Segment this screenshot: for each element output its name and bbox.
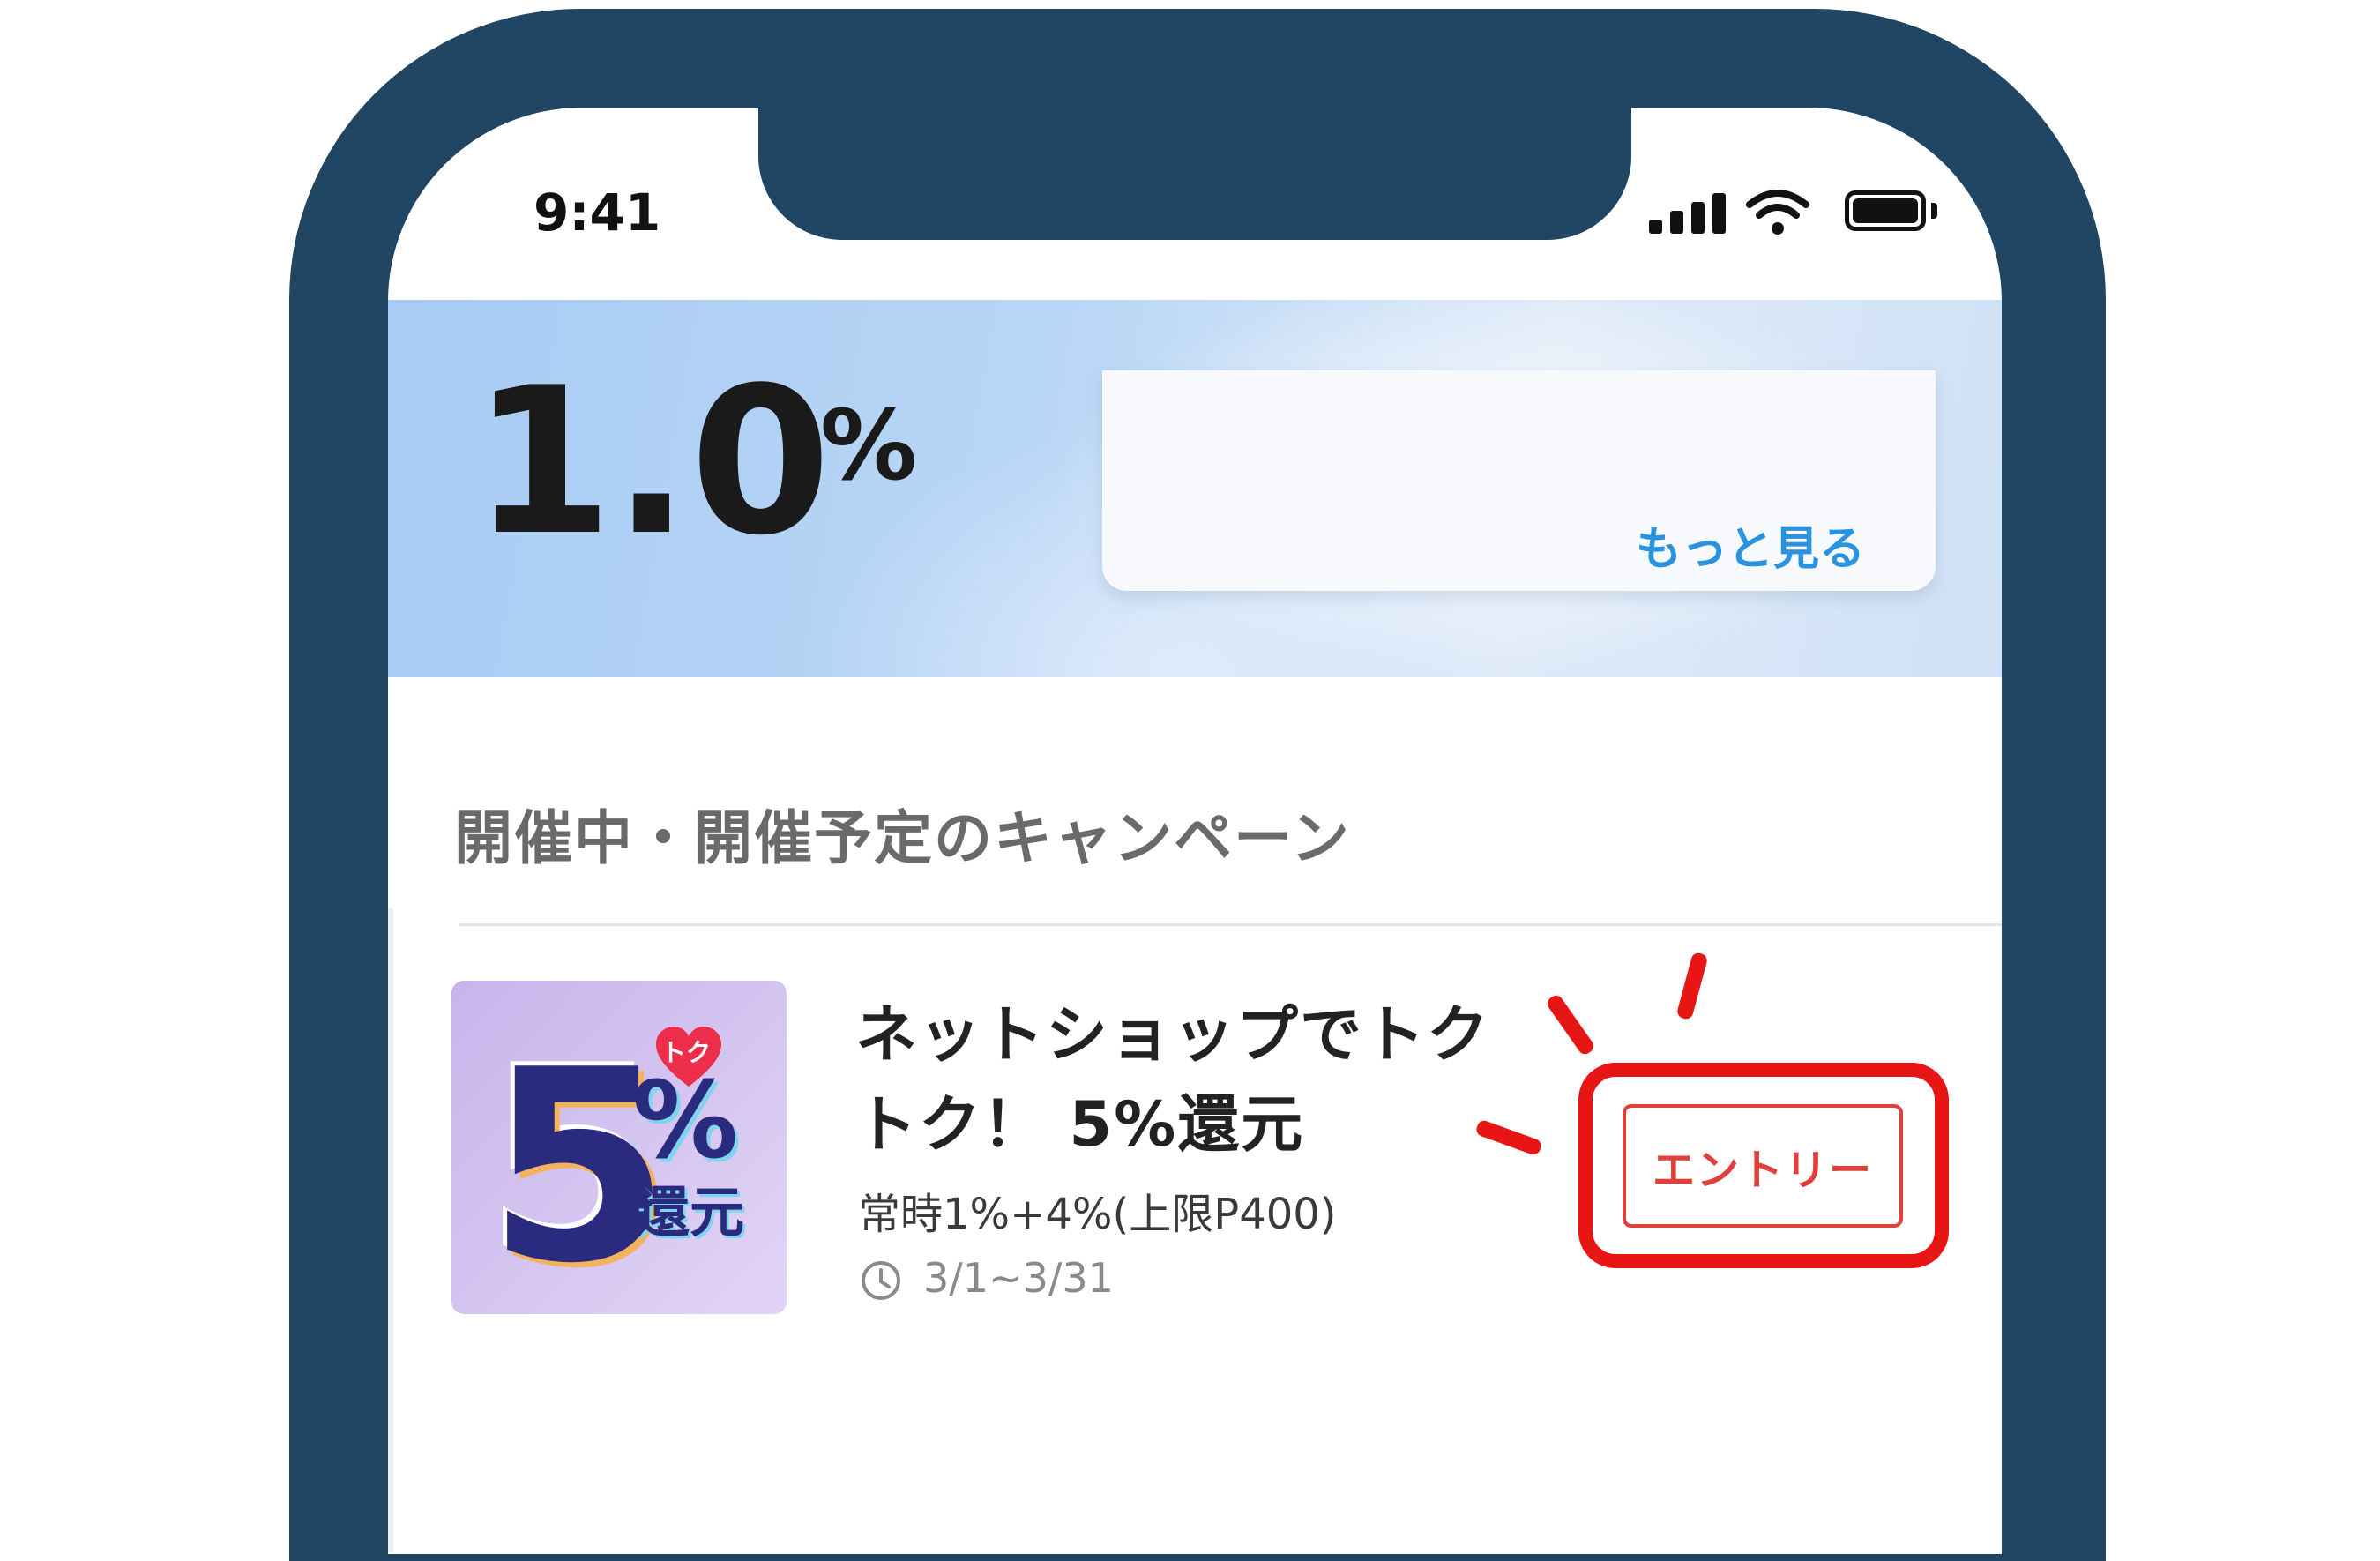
campaign-subtitle: 常時1%+4%(上限P400) bbox=[858, 1190, 1337, 1239]
summary-card: もっと見る bbox=[1102, 370, 1936, 591]
thumbnail-kanji: 還元 bbox=[635, 1180, 745, 1244]
entry-button[interactable]: エントリー bbox=[1623, 1104, 1903, 1228]
battery-icon bbox=[1845, 190, 1926, 231]
reward-rate-number: 1.0 bbox=[472, 345, 832, 580]
more-link[interactable]: もっと見る bbox=[1636, 512, 1865, 578]
wifi-icon bbox=[1746, 190, 1809, 235]
clock-icon bbox=[862, 1261, 900, 1300]
campaign-title[interactable]: ネットショップでトクトク！ 5%還元 bbox=[855, 990, 1490, 1169]
reward-rate-unit: % bbox=[820, 389, 918, 502]
phone-screen: 9:41 1.0 % もっと見る 開催中・開催予定のキャンペーン トク 5 % … bbox=[388, 108, 2002, 1554]
battery-cap bbox=[1931, 203, 1937, 219]
thumbnail-percent: % bbox=[632, 1060, 739, 1183]
points-hero: 1.0 % もっと見る bbox=[388, 300, 2002, 677]
campaign-section-title: 開催中・開催予定のキャンペーン bbox=[454, 804, 1351, 872]
list-edge bbox=[388, 908, 393, 1552]
notch bbox=[758, 108, 1631, 240]
status-time: 9:41 bbox=[533, 183, 661, 243]
signal-icon bbox=[1649, 191, 1728, 234]
campaign-thumbnail[interactable]: トク 5 % 還元 bbox=[451, 981, 787, 1314]
emphasis-spark bbox=[1544, 992, 1597, 1057]
divider bbox=[459, 923, 2002, 926]
emphasis-spark bbox=[1675, 951, 1709, 1021]
campaign-period: 3/1~3/31 bbox=[923, 1254, 1114, 1302]
